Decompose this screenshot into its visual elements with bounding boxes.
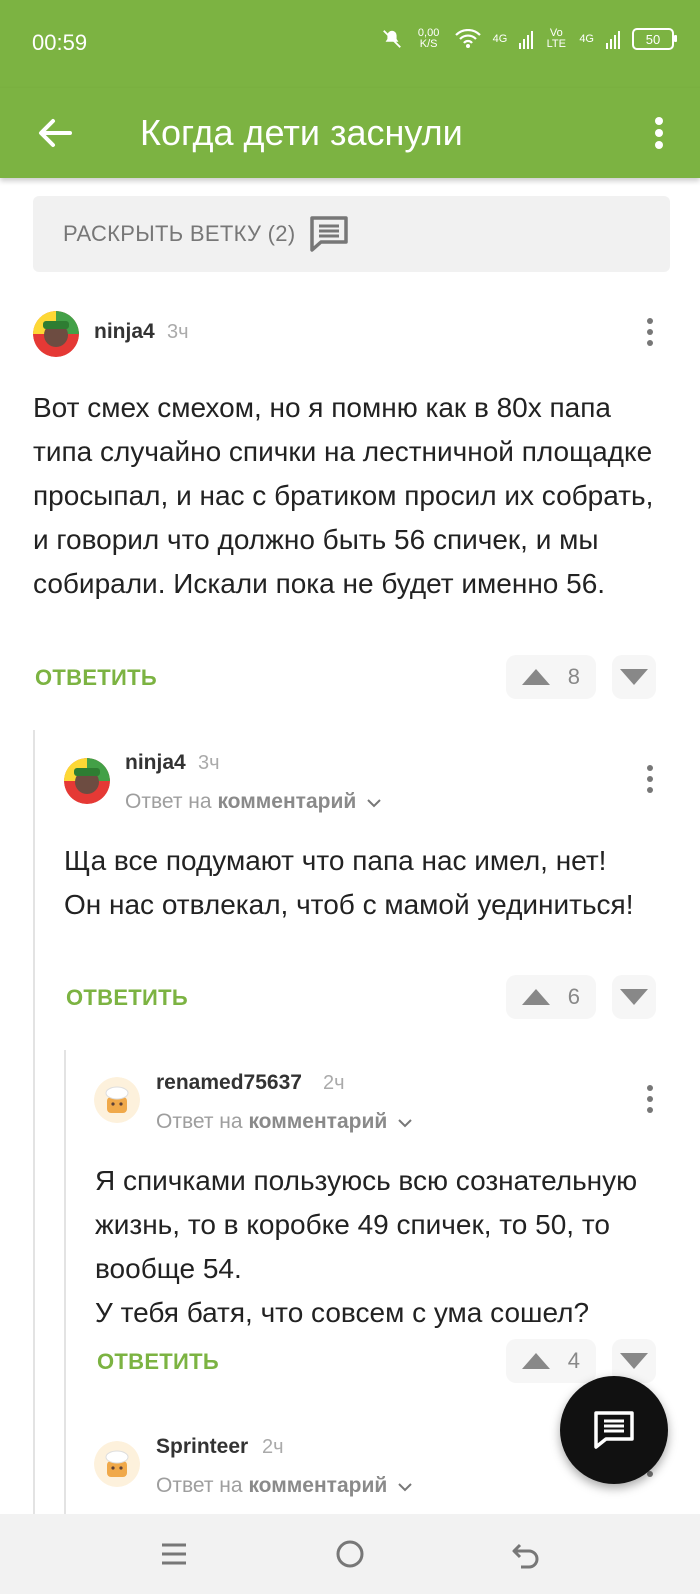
home-icon xyxy=(336,1540,364,1568)
nav-back-button[interactable] xyxy=(504,1532,548,1576)
comment-more-button[interactable] xyxy=(640,759,660,799)
reply-button[interactable]: ОТВЕТИТЬ xyxy=(35,665,157,691)
reply-to-target: комментарий xyxy=(248,1110,388,1133)
new-comment-fab[interactable] xyxy=(560,1376,668,1484)
reply-to-link[interactable]: Ответ на комментарий xyxy=(156,1110,413,1134)
comment-time: 2ч xyxy=(262,1436,284,1458)
net-speed: 0,00 K/S xyxy=(417,27,440,50)
more-dot-icon xyxy=(647,765,653,771)
expand-branch-button[interactable]: РАСКРЫТЬ ВЕТКУ (2) xyxy=(33,196,670,272)
comment-more-button[interactable] xyxy=(640,1079,660,1119)
triangle-down-icon xyxy=(620,669,648,685)
reply-to-target: комментарий xyxy=(217,790,357,813)
more-vertical-icon xyxy=(655,117,663,149)
back-button[interactable] xyxy=(28,106,82,160)
reply-button[interactable]: ОТВЕТИТЬ xyxy=(66,985,188,1011)
chevron-down-icon xyxy=(398,1119,412,1128)
reply-to-prefix: Ответ на xyxy=(156,1474,243,1497)
reply-button[interactable]: ОТВЕТИТЬ xyxy=(97,1349,219,1375)
comment-text: Я спичками пользуюсь всю сознательную жи… xyxy=(95,1165,638,1328)
signal-icon xyxy=(519,29,534,49)
avatar[interactable] xyxy=(64,758,110,804)
upvote-button[interactable]: 4 xyxy=(506,1339,596,1383)
reply-to-target: комментарий xyxy=(248,1474,388,1497)
app-bar: Когда дети заснули xyxy=(0,88,700,178)
more-dot-icon xyxy=(647,1085,653,1091)
arrow-left-icon xyxy=(39,119,72,147)
upvote-button[interactable]: 8 xyxy=(506,655,596,699)
more-dot-icon xyxy=(647,776,653,782)
vote-count: 4 xyxy=(567,1348,580,1373)
wifi-icon xyxy=(454,29,481,49)
reply-to-link[interactable]: Ответ на комментарий xyxy=(156,1474,413,1498)
vote-count: 6 xyxy=(567,984,580,1009)
volte-label: Vo LTE xyxy=(546,27,566,50)
avatar[interactable] xyxy=(94,1441,140,1487)
system-nav-bar xyxy=(0,1514,700,1594)
thread-line[interactable] xyxy=(33,730,35,1520)
reply-to-prefix: Ответ на xyxy=(156,1110,243,1133)
triangle-down-icon xyxy=(620,989,648,1005)
avatar[interactable] xyxy=(94,1077,140,1123)
comment-more-button[interactable] xyxy=(640,312,660,352)
comment-icon xyxy=(594,1411,634,1449)
triangle-down-icon xyxy=(620,1353,648,1369)
chevron-down-icon xyxy=(367,799,381,808)
nav-home-button[interactable] xyxy=(328,1532,372,1576)
avatar[interactable] xyxy=(33,311,79,357)
comment-author[interactable]: ninja4 xyxy=(125,751,186,775)
upvote-button[interactable]: 6 xyxy=(506,975,596,1019)
status-bar: 00:59 0,00 K/S 4G Vo LTE 4G 50 xyxy=(0,0,700,88)
thread-line[interactable] xyxy=(64,1050,66,1520)
comment-text: Ща все подумают что папа нас имел, нет! … xyxy=(64,845,634,920)
comment-time: 3ч xyxy=(198,752,220,774)
triangle-up-icon xyxy=(522,1353,550,1369)
reply-to-link[interactable]: Ответ на комментарий xyxy=(125,790,382,814)
comment-text: Вот смех смехом, но я помню как в 80х па… xyxy=(33,392,654,599)
back-icon xyxy=(512,1543,539,1569)
more-dot-icon xyxy=(647,1096,653,1102)
more-dot-icon xyxy=(647,1107,653,1113)
status-time: 00:59 xyxy=(32,30,88,55)
vote-count: 8 xyxy=(567,664,580,689)
mute-icon xyxy=(381,28,403,50)
comment-author[interactable]: renamed75637 xyxy=(156,1071,302,1095)
page-title: Когда дети заснули xyxy=(140,112,463,153)
downvote-button[interactable] xyxy=(612,655,656,699)
more-dot-icon xyxy=(647,318,653,324)
network-4g-label-2: 4G xyxy=(579,33,594,45)
comment-time: 2ч xyxy=(323,1072,345,1094)
more-dot-icon xyxy=(647,787,653,793)
network-4g-label: 4G xyxy=(492,33,508,45)
chevron-down-icon xyxy=(398,1483,412,1492)
comment-author[interactable]: ninja4 xyxy=(94,320,155,344)
menu-button[interactable] xyxy=(644,106,674,160)
triangle-up-icon xyxy=(522,669,550,685)
reply-to-prefix: Ответ на xyxy=(125,790,212,813)
expand-branch-label: РАСКРЫТЬ ВЕТКУ (2) xyxy=(63,221,296,246)
comment-icon xyxy=(309,215,349,253)
triangle-up-icon xyxy=(522,989,550,1005)
more-dot-icon xyxy=(647,329,653,335)
comment-time: 3ч xyxy=(167,321,189,343)
more-dot-icon xyxy=(647,340,653,346)
comment-author[interactable]: Sprinteer xyxy=(156,1435,248,1459)
signal-icon-2 xyxy=(606,29,620,49)
status-icons: 0,00 K/S 4G Vo LTE 4G 50 xyxy=(381,27,677,50)
menu-icon xyxy=(162,1543,186,1565)
downvote-button[interactable] xyxy=(612,975,656,1019)
battery-icon: 50 xyxy=(632,28,677,50)
nav-menu-button[interactable] xyxy=(152,1532,196,1576)
